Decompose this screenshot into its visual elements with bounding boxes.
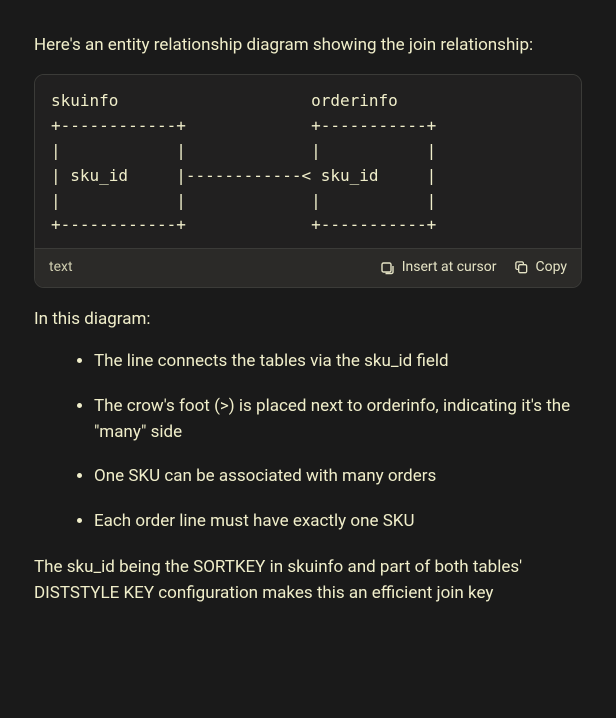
insert-label: Insert at cursor <box>402 257 497 279</box>
copy-label: Copy <box>535 257 567 279</box>
list-item: The crow's foot (>) is placed next to or… <box>94 393 582 446</box>
outro-text: The sku_id being the SORTKEY in skuinfo … <box>34 554 582 607</box>
list-item: One SKU can be associated with many orde… <box>94 463 582 489</box>
copy-icon <box>514 260 529 275</box>
intro-text: Here's an entity relationship diagram sh… <box>34 32 582 58</box>
list-item: Each order line must have exactly one SK… <box>94 508 582 534</box>
insert-icon <box>380 260 396 276</box>
code-lang-label: text <box>49 257 73 279</box>
copy-button[interactable]: Copy <box>514 257 567 279</box>
list-item: The line connects the tables via the sku… <box>94 348 582 374</box>
code-content: skuinfo orderinfo +------------+ +------… <box>35 75 581 248</box>
code-block: skuinfo orderinfo +------------+ +------… <box>34 74 582 287</box>
section-lead: In this diagram: <box>34 306 582 332</box>
code-footer: text Insert at cursor Copy <box>35 248 581 287</box>
bullet-list: The line connects the tables via the sku… <box>34 348 582 534</box>
insert-at-cursor-button[interactable]: Insert at cursor <box>380 257 497 279</box>
